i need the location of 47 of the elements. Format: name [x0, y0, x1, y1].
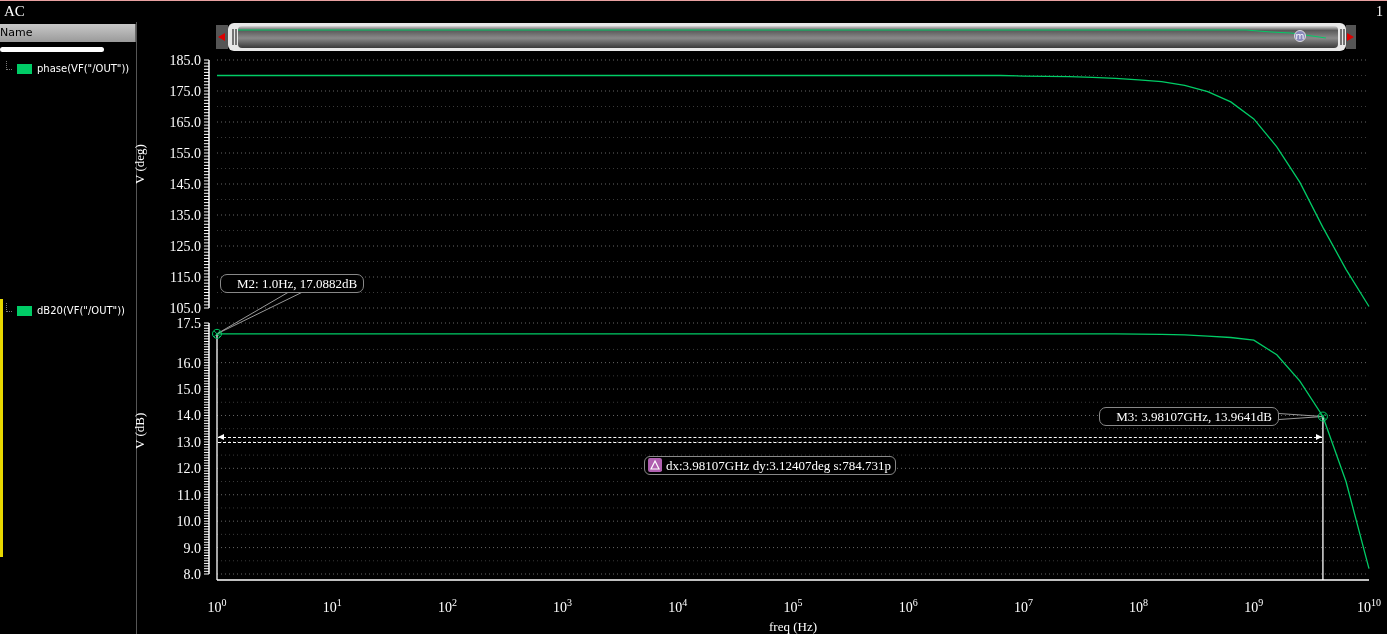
- overview-scrollbar[interactable]: [228, 23, 1346, 51]
- y-tick-label: 115.0: [170, 269, 201, 285]
- y-tick-label: 105.0: [169, 300, 201, 316]
- trace-item[interactable]: phase(VF("/OUT")): [0, 57, 136, 74]
- y-tick-label: 135.0: [169, 207, 201, 223]
- y-tick-label: 10.0: [176, 513, 201, 529]
- x-tick-label: 10$^{10}$: [1357, 600, 1381, 616]
- marker-point[interactable]: [212, 328, 222, 339]
- x-tick-label: 10$^{4}$: [668, 600, 688, 616]
- y-axis-title: V (dB): [132, 412, 148, 449]
- x-tick-label: 10$^{8}$: [1129, 600, 1149, 616]
- x-tick-label: 10$^{9}$: [1244, 600, 1264, 616]
- y-tick-label: 15.0: [176, 381, 201, 397]
- y-tick-label: 185.0: [169, 52, 201, 68]
- y-tick-label: 9.0: [183, 540, 201, 556]
- delta-text: dx:3.98107GHz dy:3.12407deg s:784.731p: [665, 457, 891, 473]
- x-tick-label: 10$^{3}$: [553, 600, 573, 616]
- y-tick-label: 14.0: [176, 407, 201, 423]
- column-header[interactable]: Name: [0, 24, 136, 42]
- x-axis-title: freq (Hz): [769, 619, 817, 634]
- delta-icon: [647, 458, 662, 472]
- y-tick-label: 145.0: [169, 176, 201, 192]
- marker-label: M2: 1.0Hz, 17.0882dB: [220, 273, 365, 293]
- trace-item[interactable]: dB20(VF("/OUT")): [0, 299, 136, 316]
- y-tick-label: 17.5: [176, 315, 201, 331]
- leader-line: [1278, 413, 1324, 421]
- window-number: 1: [1376, 3, 1383, 20]
- y-axis-title: V (deg): [132, 144, 148, 184]
- scrollbar[interactable]: [0, 47, 104, 52]
- y-tick-label: 13.0: [176, 434, 201, 450]
- y-tick-label: 12.0: [176, 460, 201, 476]
- window-title: AC: [4, 3, 25, 20]
- y-tick-label: 175.0: [169, 83, 201, 99]
- y-tick-label: 11.0: [177, 487, 201, 503]
- y-tick-label: 8.0: [183, 566, 201, 582]
- marker-point[interactable]: [1317, 411, 1328, 422]
- x-tick-label: 10$^{0}$: [207, 600, 227, 616]
- x-tick-label: 10$^{7}$: [1013, 600, 1033, 616]
- x-tick-label: 10$^{2}$: [437, 600, 457, 616]
- y-tick-label: 165.0: [169, 114, 201, 130]
- marker-label: M3: 3.98107GHz, 13.9641dB: [1099, 406, 1279, 426]
- x-tick-label: 10$^{5}$: [783, 600, 803, 616]
- y-tick-label: 155.0: [169, 145, 201, 161]
- y-tick-label: 16.0: [176, 355, 201, 371]
- x-tick-label: 10$^{1}$: [322, 600, 342, 616]
- y-tick-label: 125.0: [169, 238, 201, 254]
- x-tick-label: 10$^{6}$: [898, 600, 918, 616]
